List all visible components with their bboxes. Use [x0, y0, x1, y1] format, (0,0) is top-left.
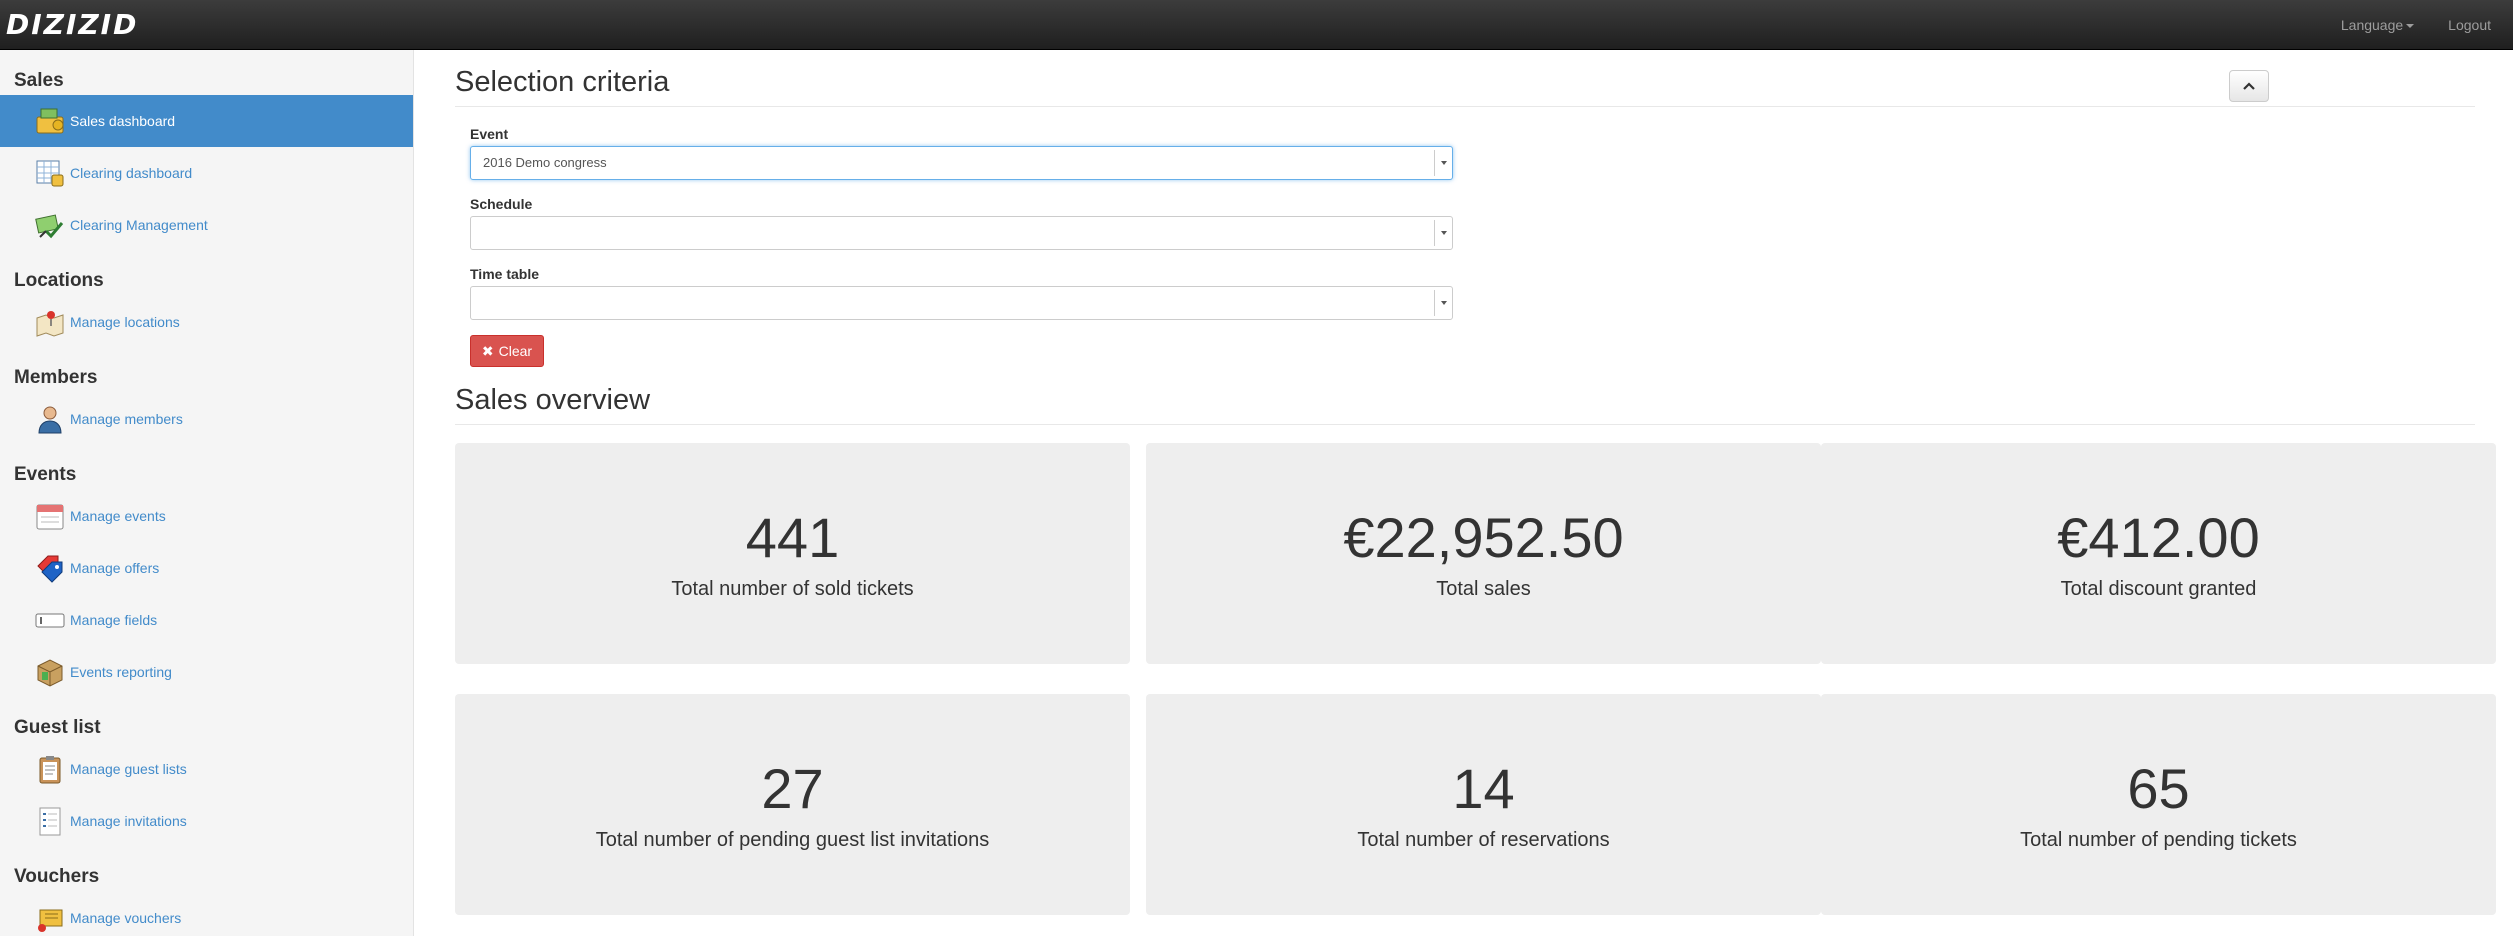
sidebar-section-events: Events	[14, 464, 77, 485]
stat-card-sold-tickets: 441 Total number of sold tickets	[455, 443, 1130, 664]
sidebar-item-label: Manage vouchers	[70, 910, 182, 926]
event-select[interactable]: 2016 Demo congress	[470, 146, 1453, 180]
stat-caption: Total number of sold tickets	[671, 578, 914, 600]
sidebar: Sales Sales dashboard Clearing dashboard…	[0, 50, 414, 936]
sidebar-item-label: Manage members	[70, 411, 183, 427]
caret-down-icon	[2406, 24, 2415, 29]
event-label: Event	[470, 126, 509, 142]
clear-button[interactable]: ✖ Clear	[470, 335, 544, 367]
clear-button-label: Clear	[498, 343, 533, 359]
map-pin-icon	[36, 311, 64, 337]
stat-card-total-sales: €22,952.50 Total sales	[1146, 443, 1821, 664]
chevron-down-icon	[1434, 220, 1452, 246]
calendar-icon	[36, 504, 64, 530]
stat-caption: Total number of pending guest list invit…	[595, 829, 990, 851]
sidebar-item-sales-dashboard[interactable]: Sales dashboard	[0, 95, 413, 147]
stat-value: 27	[761, 757, 824, 820]
sidebar-item-clearing-dashboard[interactable]: Clearing dashboard	[0, 147, 413, 199]
sales-overview-title: Sales overview	[455, 384, 651, 416]
stat-caption: Total number of reservations	[1357, 829, 1610, 851]
stat-card-pending-tickets: 65 Total number of pending tickets	[1821, 694, 2496, 915]
brand-logo[interactable]: DIZIZID	[6, 9, 138, 41]
sidebar-item-label: Manage events	[70, 508, 166, 524]
sidebar-item-manage-invitations[interactable]: Manage invitations	[0, 795, 413, 847]
stat-caption: Total number of pending tickets	[2020, 829, 2297, 851]
sidebar-section-members: Members	[14, 367, 98, 388]
tags-icon	[37, 555, 63, 583]
voucher-icon	[38, 909, 63, 932]
sidebar-item-manage-fields[interactable]: Manage fields	[0, 594, 413, 646]
event-select-value: 2016 Demo congress	[483, 155, 607, 170]
stat-card-pending-invitations: 27 Total number of pending guest list in…	[455, 694, 1130, 915]
stat-value: €22,952.50	[1343, 506, 1624, 569]
sidebar-item-manage-locations[interactable]: Manage locations	[0, 296, 413, 348]
sidebar-item-label: Clearing Management	[70, 217, 208, 233]
navbar-right: Language Logout	[2341, 0, 2491, 50]
top-navbar: DIZIZID Language Logout	[0, 0, 2513, 50]
chevron-down-icon	[1434, 290, 1452, 316]
sidebar-item-manage-guest-lists[interactable]: Manage guest lists	[0, 743, 413, 795]
divider	[455, 424, 2475, 425]
language-dropdown[interactable]: Language	[2340, 17, 2415, 33]
sidebar-section-guest-list: Guest list	[14, 717, 101, 738]
logout-link[interactable]: Logout	[2448, 17, 2491, 33]
sidebar-section-sales: Sales	[14, 70, 64, 91]
divider	[455, 106, 2475, 107]
stat-card-discount: €412.00 Total discount granted	[1821, 443, 2496, 664]
calendar-grid-icon	[36, 160, 64, 187]
sidebar-item-label: Manage guest lists	[70, 761, 187, 777]
stat-value: 14	[1452, 757, 1515, 820]
language-label: Language	[2340, 17, 2404, 33]
cash-register-icon	[36, 108, 64, 134]
schedule-label: Schedule	[470, 196, 533, 212]
clipboard-icon	[39, 756, 61, 784]
timetable-select[interactable]	[470, 286, 1453, 320]
stat-card-reservations: 14 Total number of reservations	[1146, 694, 1821, 915]
schedule-select[interactable]	[470, 216, 1453, 250]
sidebar-item-label: Manage locations	[70, 314, 180, 330]
sidebar-item-label: Clearing dashboard	[70, 165, 193, 181]
sidebar-item-manage-vouchers[interactable]: Manage vouchers	[0, 892, 413, 936]
stat-value: 65	[2127, 757, 2190, 820]
timetable-label: Time table	[470, 266, 539, 282]
chevron-down-icon	[1434, 150, 1452, 176]
sidebar-item-label: Manage fields	[70, 612, 158, 628]
stat-value: €412.00	[2057, 506, 2260, 569]
stat-value: 441	[745, 506, 840, 569]
chevron-up-icon	[2243, 82, 2255, 90]
stat-caption: Total discount granted	[2060, 578, 2257, 600]
sidebar-item-manage-members[interactable]: Manage members	[0, 393, 413, 445]
sidebar-section-vouchers: Vouchers	[14, 866, 100, 887]
sidebar-item-label: Events reporting	[70, 664, 172, 680]
sidebar-section-locations: Locations	[14, 270, 104, 291]
sidebar-item-label: Sales dashboard	[70, 113, 176, 129]
money-check-icon	[35, 214, 64, 239]
text-field-icon	[35, 613, 65, 628]
stat-caption: Total sales	[1436, 578, 1531, 600]
user-icon	[38, 406, 62, 434]
sidebar-item-label: Manage invitations	[70, 813, 187, 829]
collapse-button[interactable]	[2229, 70, 2269, 102]
report-box-icon	[37, 659, 63, 687]
sidebar-item-manage-events[interactable]: Manage events	[0, 490, 413, 542]
close-icon: ✖	[481, 342, 494, 359]
sidebar-item-manage-offers[interactable]: Manage offers	[0, 542, 413, 594]
checklist-icon	[39, 807, 61, 836]
main-content: Selection criteria Event 2016 Demo congr…	[415, 50, 2513, 936]
selection-criteria-title: Selection criteria	[455, 66, 670, 98]
sidebar-item-label: Manage offers	[70, 560, 160, 576]
sidebar-item-events-reporting[interactable]: Events reporting	[0, 646, 413, 698]
sidebar-item-clearing-management[interactable]: Clearing Management	[0, 199, 413, 251]
